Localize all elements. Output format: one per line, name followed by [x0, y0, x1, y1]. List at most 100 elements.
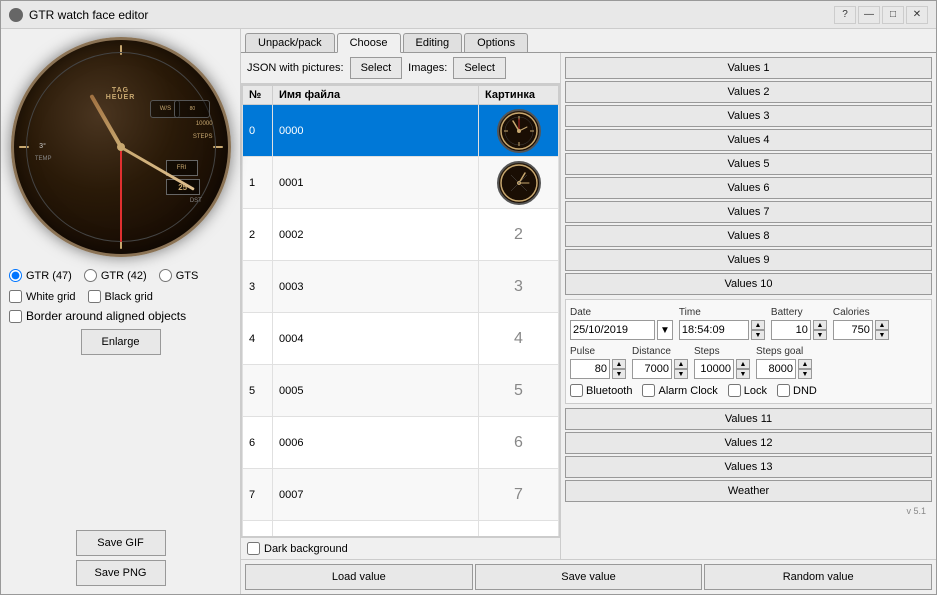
- white-grid-checkbox[interactable]: [9, 290, 22, 303]
- cell-filename: 0001: [273, 157, 479, 209]
- table-row[interactable]: 400044: [243, 313, 559, 365]
- bluetooth-checkbox[interactable]: [570, 384, 583, 397]
- lock-option[interactable]: Lock: [728, 384, 767, 397]
- radio-gtr42[interactable]: GTR (42): [84, 269, 147, 282]
- calories-up-btn[interactable]: ▲: [875, 320, 889, 330]
- border-option: Border around aligned objects: [9, 309, 232, 323]
- thumb-image: [497, 161, 541, 205]
- cell-filename: 0005: [273, 365, 479, 417]
- steps-up-btn[interactable]: ▲: [736, 359, 750, 369]
- values-5-button[interactable]: Values 5: [565, 153, 932, 175]
- distance-down-btn[interactable]: ▼: [674, 369, 688, 379]
- date-dropdown-btn[interactable]: ▼: [657, 320, 673, 340]
- window-title: GTR watch face editor: [29, 8, 148, 22]
- calories-down-btn[interactable]: ▼: [875, 330, 889, 340]
- values-3-button[interactable]: Values 3: [565, 105, 932, 127]
- datetime-section: Date ▼ Time: [565, 299, 932, 404]
- battery-input[interactable]: [771, 320, 811, 340]
- radio-gtr42-input[interactable]: [84, 269, 97, 282]
- table-row[interactable]: 300033: [243, 261, 559, 313]
- values-2-button[interactable]: Values 2: [565, 81, 932, 103]
- steps-down-btn[interactable]: ▼: [736, 369, 750, 379]
- values-11-button[interactable]: Values 11: [565, 408, 932, 430]
- distance-up-btn[interactable]: ▲: [674, 359, 688, 369]
- table-row[interactable]: 800088: [243, 521, 559, 538]
- pulse-up-btn[interactable]: ▲: [612, 359, 626, 369]
- values-10-button[interactable]: Values 10: [565, 273, 932, 295]
- bluetooth-label: Bluetooth: [586, 385, 632, 397]
- values-4-button[interactable]: Values 4: [565, 129, 932, 151]
- maximize-button[interactable]: □: [882, 6, 904, 24]
- lock-checkbox[interactable]: [728, 384, 741, 397]
- tab-choose[interactable]: Choose: [337, 33, 401, 53]
- save-value-button[interactable]: Save value: [475, 564, 703, 590]
- radio-gts-input[interactable]: [159, 269, 172, 282]
- tab-options[interactable]: Options: [464, 33, 528, 52]
- calories-label: Calories: [833, 307, 889, 318]
- table-row[interactable]: 10001: [243, 157, 559, 209]
- distance-input[interactable]: [632, 359, 672, 379]
- radio-gtr47[interactable]: GTR (47): [9, 269, 72, 282]
- help-button[interactable]: ?: [834, 6, 856, 24]
- json-select-button[interactable]: Select: [350, 57, 403, 79]
- dark-background-checkbox[interactable]: [247, 542, 260, 555]
- white-grid-option[interactable]: White grid: [9, 290, 76, 303]
- table-row[interactable]: 600066: [243, 417, 559, 469]
- pulse-input[interactable]: [570, 359, 610, 379]
- tab-unpack[interactable]: Unpack/pack: [245, 33, 335, 52]
- save-png-button[interactable]: Save PNG: [76, 560, 166, 586]
- battery-up-btn[interactable]: ▲: [813, 320, 827, 330]
- table-row[interactable]: 00000: [243, 105, 559, 157]
- dnd-option[interactable]: DND: [777, 384, 817, 397]
- border-checkbox-group[interactable]: Border around aligned objects: [9, 309, 186, 323]
- table-row[interactable]: 700077: [243, 469, 559, 521]
- tab-editing[interactable]: Editing: [403, 33, 463, 52]
- weather-button[interactable]: Weather: [565, 480, 932, 502]
- steps-goal-up-btn[interactable]: ▲: [798, 359, 812, 369]
- json-label: JSON with pictures:: [247, 62, 344, 74]
- values-12-button[interactable]: Values 12: [565, 432, 932, 454]
- values-7-button[interactable]: Values 7: [565, 201, 932, 223]
- time-up-btn[interactable]: ▲: [751, 320, 765, 330]
- time-input[interactable]: [679, 320, 749, 340]
- date-input[interactable]: [570, 320, 655, 340]
- values-8-button[interactable]: Values 8: [565, 225, 932, 247]
- values-9-button[interactable]: Values 9: [565, 249, 932, 271]
- alarm-option[interactable]: Alarm Clock: [642, 384, 717, 397]
- alarm-checkbox[interactable]: [642, 384, 655, 397]
- black-grid-option[interactable]: Black grid: [88, 290, 153, 303]
- images-select-button[interactable]: Select: [453, 57, 506, 79]
- cell-filename: 0008: [273, 521, 479, 538]
- bottom-action-row: Load value Save value Random value: [241, 559, 936, 594]
- pulse-down-btn[interactable]: ▼: [612, 369, 626, 379]
- steps-goal-input[interactable]: [756, 359, 796, 379]
- radio-gts[interactable]: GTS: [159, 269, 199, 282]
- save-gif-button[interactable]: Save GIF: [76, 530, 166, 556]
- cell-num: 4: [243, 313, 273, 365]
- load-value-button[interactable]: Load value: [245, 564, 473, 590]
- close-button[interactable]: ✕: [906, 6, 928, 24]
- border-label: Border around aligned objects: [26, 309, 186, 323]
- calories-input[interactable]: [833, 320, 873, 340]
- steps-input[interactable]: [694, 359, 734, 379]
- battery-down-btn[interactable]: ▼: [813, 330, 827, 340]
- border-checkbox[interactable]: [9, 310, 22, 323]
- dnd-checkbox[interactable]: [777, 384, 790, 397]
- table-row[interactable]: 500055: [243, 365, 559, 417]
- minimize-button[interactable]: —: [858, 6, 880, 24]
- radio-gts-label: GTS: [176, 270, 199, 282]
- values-1-button[interactable]: Values 1: [565, 57, 932, 79]
- pulse-field-group: Pulse ▲ ▼: [570, 346, 626, 379]
- checkbox-row: Bluetooth Alarm Clock Lock: [570, 382, 927, 399]
- enlarge-button[interactable]: Enlarge: [81, 329, 161, 355]
- radio-gtr47-input[interactable]: [9, 269, 22, 282]
- table-row[interactable]: 200022: [243, 209, 559, 261]
- random-value-button[interactable]: Random value: [704, 564, 932, 590]
- time-spin: ▲ ▼: [751, 320, 765, 340]
- values-13-button[interactable]: Values 13: [565, 456, 932, 478]
- time-down-btn[interactable]: ▼: [751, 330, 765, 340]
- bluetooth-option[interactable]: Bluetooth: [570, 384, 632, 397]
- black-grid-checkbox[interactable]: [88, 290, 101, 303]
- steps-goal-down-btn[interactable]: ▼: [798, 369, 812, 379]
- values-6-button[interactable]: Values 6: [565, 177, 932, 199]
